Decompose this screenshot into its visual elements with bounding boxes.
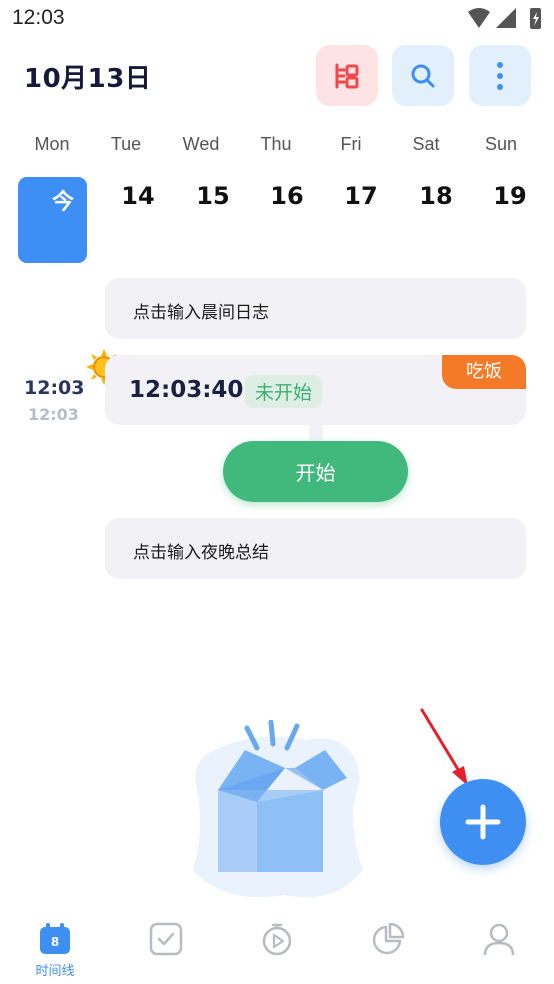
more-vertical-icon xyxy=(497,61,503,90)
morning-journal-card[interactable]: 点击输入晨间日志 xyxy=(105,278,526,339)
calendar-icon: 8 xyxy=(40,923,70,954)
weekday-label: Sun xyxy=(484,134,518,154)
weekday-label: Fri xyxy=(340,134,362,154)
record-icon xyxy=(335,63,359,88)
nav-item-tasks[interactable] xyxy=(111,904,221,984)
status-bar: 12:03 xyxy=(0,0,554,38)
search-button[interactable] xyxy=(392,45,454,106)
page-title: 10月13日 xyxy=(24,64,152,94)
day-19[interactable]: 19 xyxy=(480,182,540,210)
task-time: 12:03 xyxy=(24,377,85,399)
weekday-label: Tue xyxy=(110,134,142,154)
signal-icon xyxy=(496,8,516,28)
weekday-label: Sat xyxy=(412,134,440,154)
morning-journal-prompt: 点击输入晨间日志 xyxy=(133,303,269,323)
nav-item-stats[interactable] xyxy=(333,904,443,984)
day-17[interactable]: 17 xyxy=(331,182,391,210)
pie-chart-icon xyxy=(372,922,405,955)
task-card[interactable]: 12:03:40 未开始 吃饭 xyxy=(105,355,526,425)
day-16[interactable]: 16 xyxy=(257,182,317,210)
today-label[interactable]: 今 xyxy=(52,184,74,216)
wifi-icon xyxy=(468,8,490,28)
timer-icon xyxy=(262,923,292,956)
empty-box-illustration xyxy=(193,720,363,898)
checkbox-icon xyxy=(149,922,183,956)
task-tag: 吃饭 xyxy=(442,355,526,389)
status-icons xyxy=(468,8,541,29)
add-button[interactable] xyxy=(440,779,526,865)
record-button[interactable] xyxy=(316,45,378,106)
bottom-nav: 8 时间线 xyxy=(0,904,554,984)
day-14[interactable]: 14 xyxy=(108,182,168,210)
task-time-secondary: 12:03 xyxy=(28,405,79,424)
weekday-label: Thu xyxy=(260,134,292,154)
person-icon xyxy=(483,923,515,956)
nav-label-timeline: 时间线 xyxy=(35,964,75,979)
nav-item-profile[interactable] xyxy=(444,904,554,984)
nav-item-timer[interactable] xyxy=(222,904,332,984)
day-15[interactable]: 15 xyxy=(183,182,243,210)
search-icon xyxy=(411,64,435,87)
calendar-badge: 8 xyxy=(51,935,59,949)
status-badge: 未开始 xyxy=(245,375,323,408)
plus-icon xyxy=(465,804,501,840)
status-time: 12:03 xyxy=(12,6,65,29)
nav-item-timeline[interactable]: 8 时间线 xyxy=(0,904,110,984)
more-button[interactable] xyxy=(469,45,531,106)
start-button[interactable]: 开始 xyxy=(223,441,408,502)
arrow-annotation-icon xyxy=(420,708,468,786)
day-18[interactable]: 18 xyxy=(406,182,466,210)
weekday-label: Wed xyxy=(182,134,220,154)
evening-summary-prompt: 点击输入夜晚总结 xyxy=(133,543,269,563)
task-clock: 12:03:40 xyxy=(129,377,244,403)
weekday-label: Mon xyxy=(34,134,70,154)
evening-summary-card[interactable]: 点击输入夜晚总结 xyxy=(105,518,526,579)
